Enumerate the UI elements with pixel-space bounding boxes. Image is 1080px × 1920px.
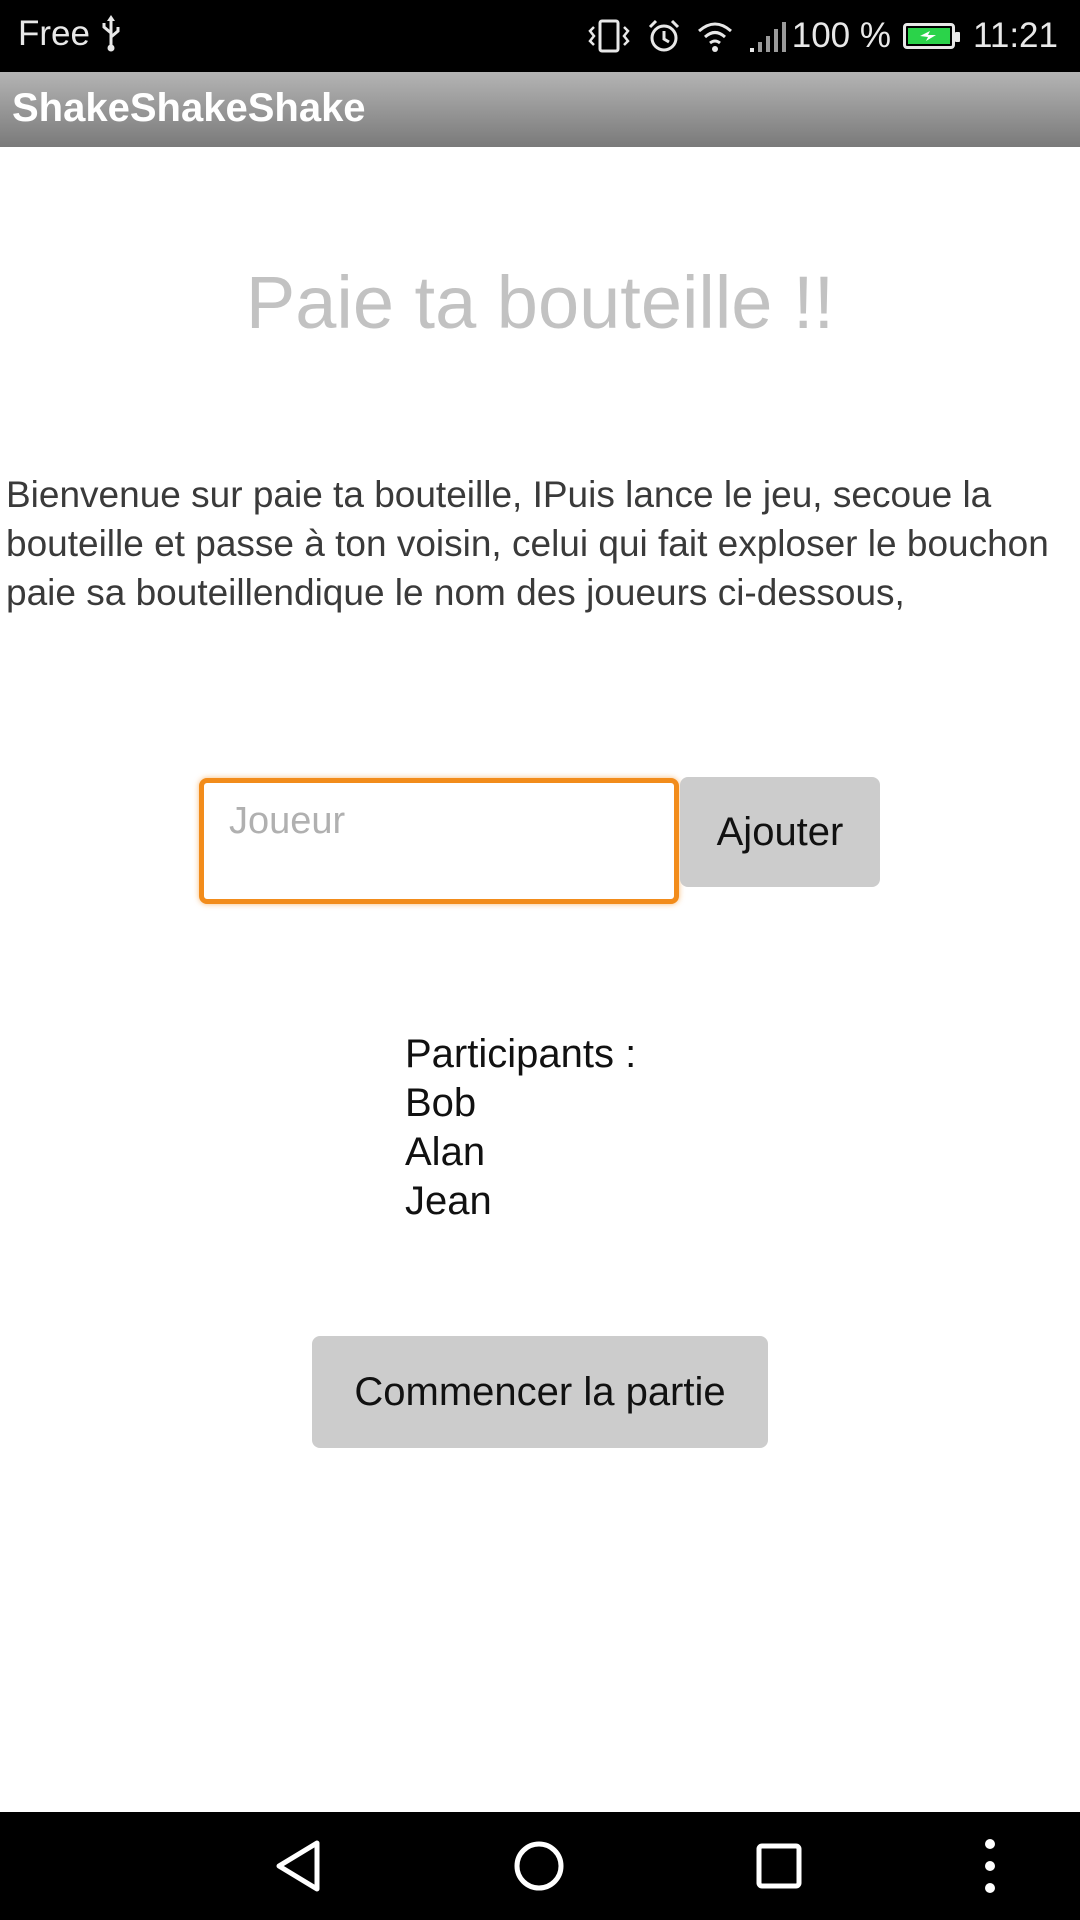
app-bar: ShakeShakeShake [0, 72, 1080, 147]
vibrate-icon [588, 19, 630, 53]
battery-percent: 100 % [791, 16, 891, 55]
back-icon [276, 1840, 320, 1892]
participant-item: Bob [405, 1081, 477, 1125]
home-icon [514, 1841, 564, 1891]
status-bar-left: Free [18, 14, 122, 54]
participants-list: Participants : Bob Alan Jean [405, 1030, 636, 1226]
add-player-button[interactable]: Ajouter [680, 777, 880, 887]
usb-icon [102, 15, 120, 52]
wifi-icon [697, 22, 732, 52]
app-title: ShakeShakeShake [12, 86, 366, 130]
participant-item: Jean [405, 1179, 492, 1223]
clock: 11:21 [973, 16, 1058, 55]
signal-icon [749, 22, 786, 52]
navigation-bar [0, 1812, 1080, 1920]
back-button[interactable] [268, 1834, 332, 1898]
carrier-label: Free [18, 14, 90, 53]
status-bar-right: 100 % 11:21 [586, 12, 1058, 60]
page-heading: Paie ta bouteille !! [245, 261, 835, 344]
start-game-button[interactable]: Commencer la partie [312, 1336, 768, 1448]
participant-item: Alan [405, 1130, 486, 1174]
recents-icon [756, 1843, 802, 1889]
player-name-input[interactable] [199, 778, 679, 904]
intro-text: Bienvenue sur paie ta bouteille, IPuis l… [6, 474, 1049, 613]
recents-button[interactable] [747, 1834, 811, 1898]
participants-label: Participants : [405, 1032, 637, 1076]
alarm-icon [648, 19, 679, 52]
battery-icon [903, 23, 960, 49]
home-button[interactable] [507, 1834, 571, 1898]
more-icon [985, 1839, 995, 1893]
status-bar: Free 100 % 11:21 [0, 0, 1080, 72]
more-button[interactable] [958, 1834, 1022, 1898]
